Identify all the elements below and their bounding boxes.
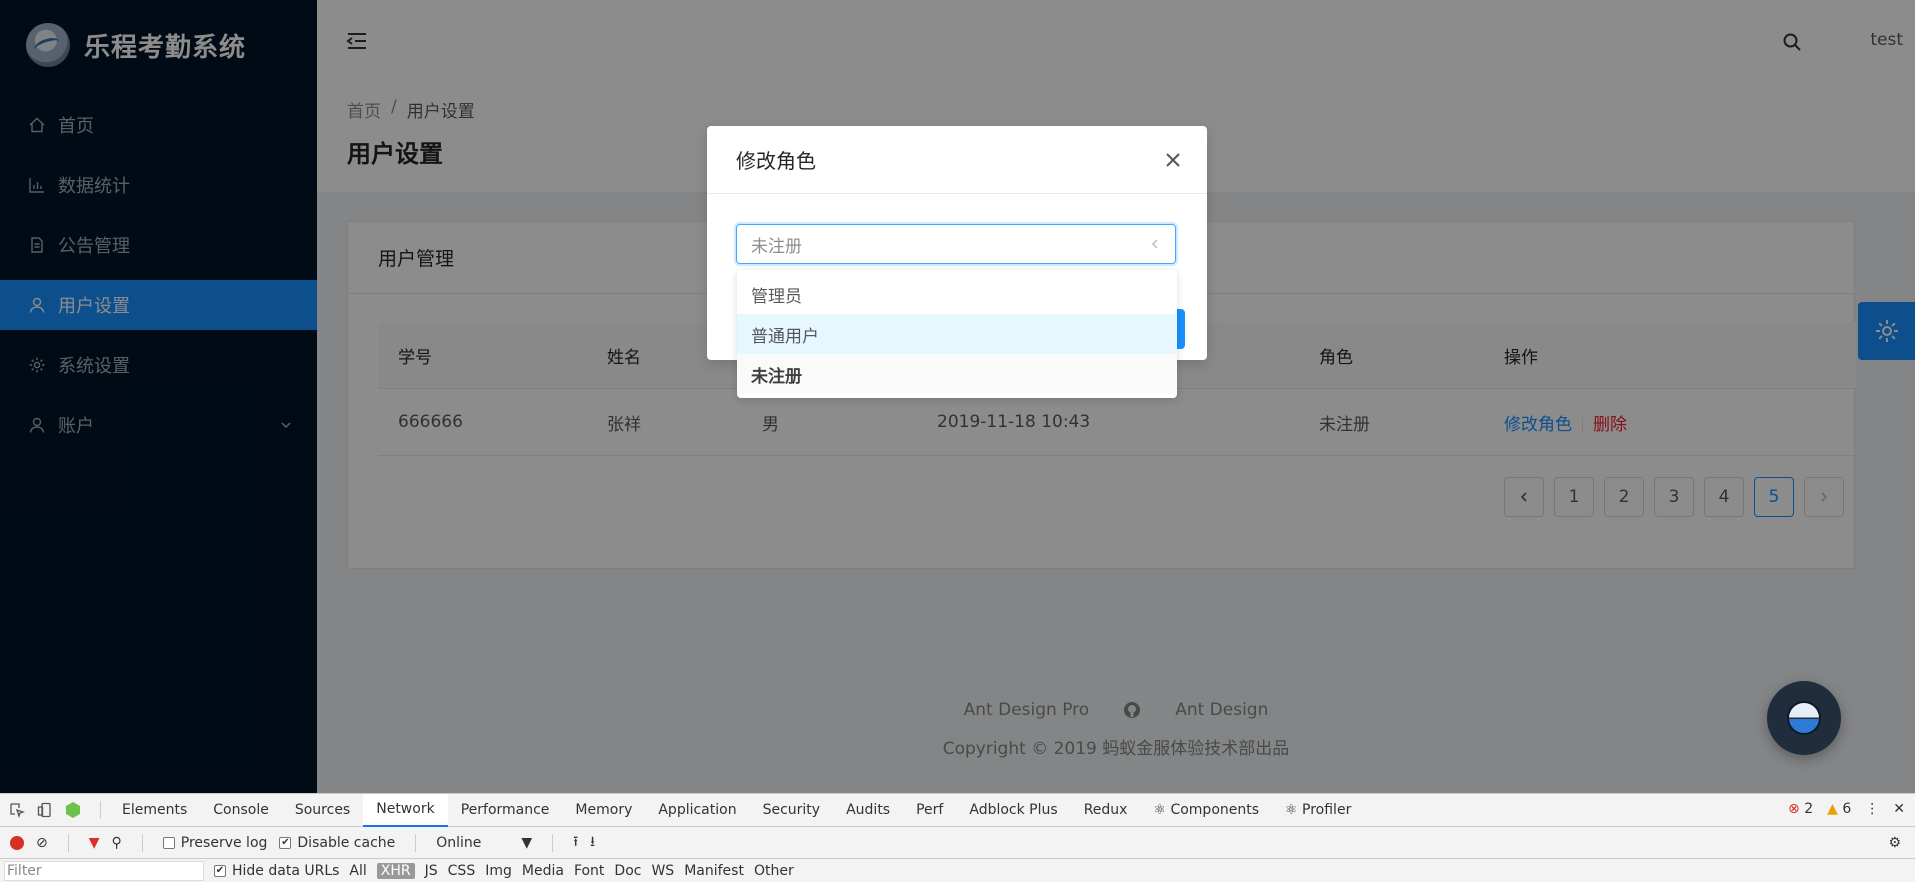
- tab-elements[interactable]: Elements: [109, 794, 200, 827]
- filter-input[interactable]: Filter: [4, 861, 204, 881]
- checkbox-label: Hide data URLs: [232, 863, 340, 879]
- modal-title: 修改角色: [707, 126, 1207, 194]
- tab-application[interactable]: Application: [645, 794, 749, 827]
- filter-xhr[interactable]: XHR: [376, 863, 415, 879]
- throttle-select[interactable]: Online ▼: [436, 835, 532, 851]
- filter-media[interactable]: Media: [522, 863, 564, 879]
- close-icon[interactable]: [1163, 150, 1183, 170]
- chevron-left-icon: [1151, 239, 1158, 249]
- divider: [415, 833, 417, 852]
- export-har-icon[interactable]: ⭳: [590, 831, 595, 855]
- network-toolbar: ⊘ ▼ ⚲ Preserve log ✔ Disable cache Online…: [0, 827, 1915, 859]
- filter-all[interactable]: All: [349, 863, 366, 879]
- settings-gear-icon[interactable]: ⚙: [1888, 835, 1901, 851]
- filter-manifest[interactable]: Manifest: [684, 863, 744, 879]
- devtools-panel: Elements Console Sources Network Perform…: [0, 793, 1915, 882]
- robot-icon: [1787, 701, 1821, 735]
- import-har-icon[interactable]: ⭱: [573, 831, 578, 855]
- warning-icon: ▲: [1827, 801, 1838, 817]
- filter-other[interactable]: Other: [754, 863, 794, 879]
- floating-action-button[interactable]: [1767, 681, 1841, 755]
- disable-cache-checkbox[interactable]: ✔ Disable cache: [279, 835, 395, 851]
- inspect-icon[interactable]: [8, 801, 26, 819]
- role-select[interactable]: 未注册: [736, 224, 1176, 264]
- checkbox-checked: ✔: [214, 865, 226, 877]
- divider: [141, 833, 143, 852]
- divider: [552, 833, 554, 852]
- role-dropdown: 管理员 普通用户 未注册: [737, 270, 1177, 398]
- devtools-status: ⊗ 2 ▲ 6 ⋮ ✕: [1788, 801, 1905, 817]
- error-count-value: 2: [1804, 801, 1814, 817]
- checkbox-label: Preserve log: [180, 834, 268, 851]
- close-icon[interactable]: ✕: [1893, 801, 1905, 817]
- tab-memory[interactable]: Memory: [562, 794, 645, 827]
- option-unregistered[interactable]: 未注册: [737, 354, 1177, 394]
- extension-hexagon-icon[interactable]: [64, 801, 82, 819]
- filter-js[interactable]: JS: [425, 863, 438, 879]
- checkbox-checked: ✔: [279, 836, 292, 849]
- warning-count-value: 6: [1842, 801, 1852, 817]
- option-admin[interactable]: 管理员: [737, 274, 1177, 314]
- checkbox: [162, 836, 175, 849]
- divider: [100, 801, 101, 819]
- filter-icon[interactable]: ▼: [89, 835, 100, 851]
- tab-redux[interactable]: Redux: [1071, 794, 1141, 827]
- error-count[interactable]: ⊗ 2: [1788, 801, 1813, 817]
- tab-sources[interactable]: Sources: [282, 794, 363, 827]
- filter-css[interactable]: CSS: [448, 863, 476, 879]
- devtools-tabbar: Elements Console Sources Network Perform…: [0, 793, 1915, 827]
- error-icon: ⊗: [1788, 801, 1800, 817]
- warning-count[interactable]: ▲ 6: [1827, 801, 1851, 817]
- filter-font[interactable]: Font: [574, 863, 604, 879]
- tab-security[interactable]: Security: [750, 794, 834, 827]
- option-normal-user[interactable]: 普通用户: [737, 314, 1177, 354]
- filter-doc[interactable]: Doc: [614, 863, 641, 879]
- tab-console[interactable]: Console: [200, 794, 282, 827]
- device-toolbar-icon[interactable]: [36, 801, 54, 819]
- tab-performance[interactable]: Performance: [448, 794, 563, 827]
- role-select-value: 未注册: [751, 236, 802, 257]
- tab-audits[interactable]: Audits: [833, 794, 903, 827]
- more-vert-icon[interactable]: ⋮: [1865, 801, 1879, 817]
- throttle-value: Online: [436, 834, 482, 851]
- tab-components[interactable]: ⚛ Components: [1140, 794, 1272, 827]
- filter-img[interactable]: Img: [485, 863, 512, 879]
- tab-network[interactable]: Network: [363, 793, 448, 827]
- hide-data-urls-checkbox[interactable]: ✔ Hide data URLs: [214, 863, 339, 879]
- divider: [67, 833, 69, 852]
- tab-perf[interactable]: Perf: [903, 794, 956, 827]
- filter-bar: Filter ✔ Hide data URLs All XHR JS CSS Im…: [0, 859, 1915, 882]
- record-icon[interactable]: [10, 835, 24, 850]
- tab-adblock-plus[interactable]: Adblock Plus: [956, 794, 1070, 827]
- filter-ws[interactable]: WS: [651, 863, 674, 879]
- tab-profiler[interactable]: ⚛ Profiler: [1272, 794, 1364, 827]
- checkbox-label: Disable cache: [297, 834, 396, 851]
- caret-down-icon: ▼: [521, 834, 533, 851]
- preserve-log-checkbox[interactable]: Preserve log: [162, 834, 268, 851]
- clear-icon[interactable]: ⊘: [36, 835, 48, 851]
- search-icon[interactable]: ⚲: [112, 835, 122, 851]
